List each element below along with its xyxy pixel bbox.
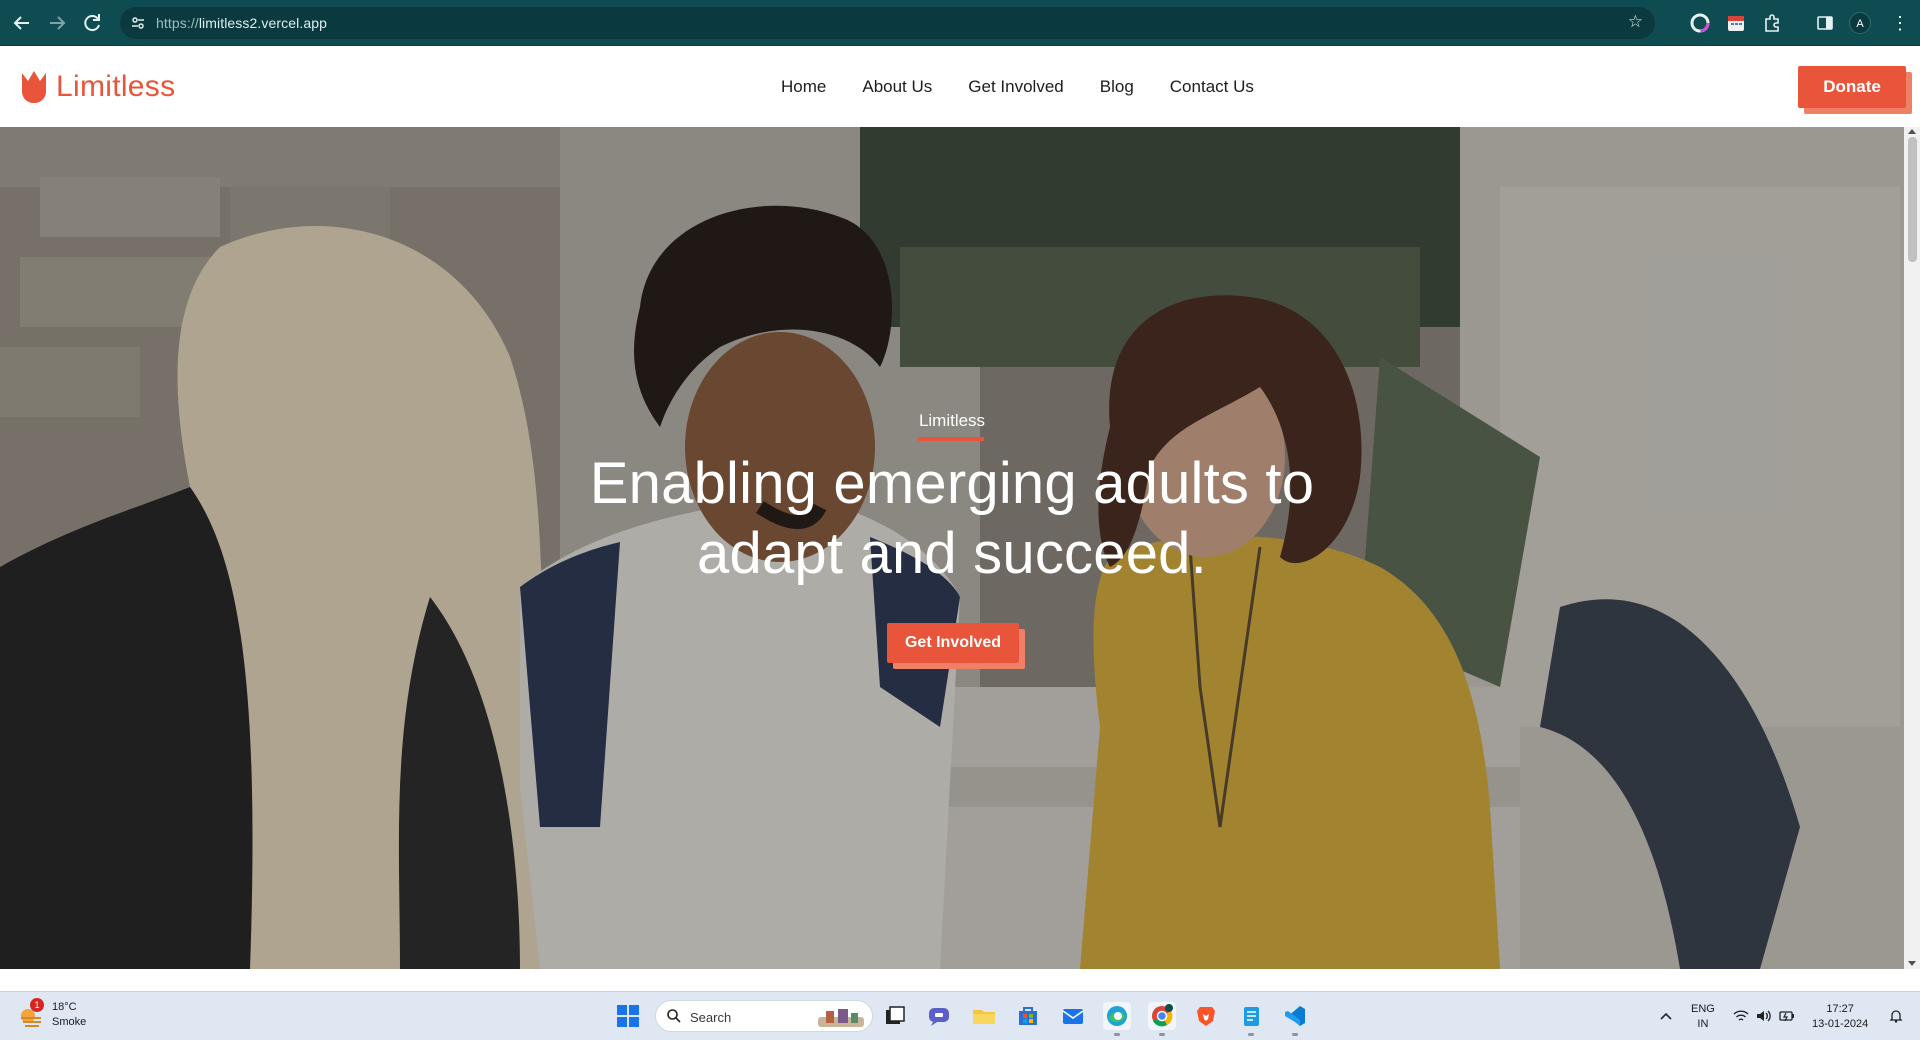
side-panel-icon[interactable] (1815, 13, 1835, 33)
url-host: limitless2.vercel.app (198, 15, 327, 31)
forward-arrow-icon[interactable] (45, 11, 69, 35)
kebab-menu-icon[interactable]: ⋮ (1891, 11, 1909, 35)
page-scrollbar[interactable] (1904, 127, 1920, 969)
hero-content: Limitless Enabling emerging adults to ad… (0, 127, 1904, 969)
input-language[interactable]: ENG IN (1691, 1002, 1715, 1032)
nav-get-involved[interactable]: Get Involved (968, 77, 1063, 97)
windows-start-icon[interactable] (616, 1004, 640, 1028)
battery-charging-icon[interactable] (1779, 1009, 1795, 1023)
wifi-icon[interactable] (1733, 1009, 1749, 1023)
nav-about-us[interactable]: About Us (862, 77, 932, 97)
edge-browser-icon[interactable] (1103, 1002, 1131, 1036)
url-text: https://limitless2.vercel.app (156, 15, 327, 31)
bookmark-star-icon[interactable]: ☆ (1628, 12, 1643, 32)
clock-time: 17:27 (1826, 1003, 1854, 1015)
notepad-running-indicator (1248, 1033, 1254, 1036)
brand-logo[interactable]: Limitless (20, 69, 175, 105)
show-hidden-icons-chevron-icon[interactable] (1658, 1009, 1674, 1023)
extension-calendar-icon[interactable] (1726, 13, 1746, 33)
donate-button-wrapper: Donate (1798, 66, 1912, 114)
vscode-running-indicator (1292, 1033, 1298, 1036)
back-arrow-icon[interactable] (10, 11, 34, 35)
hero-eyebrow: Limitless (918, 411, 986, 430)
scroll-down-arrow-icon[interactable] (1908, 961, 1916, 966)
reload-icon[interactable] (80, 11, 104, 35)
extensions-puzzle-icon[interactable] (1762, 13, 1782, 33)
file-explorer-icon[interactable] (970, 1002, 998, 1030)
taskbar-search[interactable]: Search (655, 1000, 873, 1032)
notepad-icon[interactable] (1237, 1002, 1265, 1036)
microsoft-store-icon[interactable] (1014, 1002, 1042, 1030)
browser-toolbar: https://limitless2.vercel.app ☆ A ⋮ (0, 0, 1920, 46)
brand-name: Limitless (56, 70, 176, 103)
nav-contact-us[interactable]: Contact Us (1170, 77, 1254, 97)
brave-browser-icon[interactable] (1192, 1002, 1220, 1030)
system-clock[interactable]: 17:27 13-01-2024 (1812, 1002, 1868, 1032)
weather-widget[interactable]: 1 18°C Smoke (18, 998, 86, 1030)
hero-title: Enabling emerging adults to adapt and su… (452, 449, 1452, 589)
address-bar[interactable]: https://limitless2.vercel.app ☆ (120, 7, 1655, 39)
edge-running-indicator (1114, 1033, 1120, 1036)
hero-cta-wrapper: Get Involved (887, 623, 1025, 669)
site-info-icon[interactable] (130, 15, 146, 31)
weather-text: 18°C Smoke (52, 1000, 86, 1030)
task-view-icon[interactable] (881, 1002, 909, 1030)
get-involved-button[interactable]: Get Involved (887, 623, 1019, 663)
chrome-browser-icon[interactable] (1148, 1002, 1176, 1036)
donate-button[interactable]: Donate (1798, 66, 1906, 108)
url-scheme: https:// (156, 15, 199, 31)
chrome-running-indicator (1159, 1033, 1165, 1036)
weather-alert-badge: 1 (30, 998, 44, 1012)
mail-icon[interactable] (1059, 1002, 1087, 1030)
scrollbar-thumb[interactable] (1908, 137, 1917, 262)
logo-mark-icon (22, 71, 46, 103)
nav-home[interactable]: Home (781, 77, 826, 97)
site-header: Limitless Home About Us Get Involved Blo… (0, 47, 1920, 127)
hero-section: Limitless Enabling emerging adults to ad… (0, 127, 1904, 969)
profile-avatar[interactable]: A (1849, 12, 1871, 34)
extension-color-icon[interactable] (1690, 13, 1710, 33)
weather-temp: 18°C (52, 1001, 77, 1013)
volume-icon[interactable] (1756, 1009, 1772, 1023)
hero-title-line1: Enabling emerging adults to (589, 451, 1315, 516)
taskbar-search-label: Search (690, 1010, 732, 1025)
language-region: IN (1697, 1018, 1709, 1030)
search-highlight-art-icon (818, 1009, 864, 1027)
nav-blog[interactable]: Blog (1100, 77, 1134, 97)
os-taskbar: 1 18°C Smoke Search ENG IN 17:27 13-01-2… (0, 991, 1920, 1040)
vscode-icon[interactable] (1281, 1002, 1309, 1036)
hero-eyebrow-underline (918, 437, 984, 441)
scroll-up-arrow-icon[interactable] (1908, 129, 1916, 134)
main-nav: Home About Us Get Involved Blog Contact … (781, 77, 1290, 97)
weather-haze-icon: 1 (18, 998, 44, 1028)
search-icon (667, 1009, 681, 1023)
language-code: ENG (1691, 1003, 1715, 1015)
weather-desc: Smoke (52, 1016, 87, 1028)
notification-bell-icon[interactable] (1888, 1009, 1904, 1023)
clock-date: 13-01-2024 (1812, 1018, 1869, 1030)
teams-chat-icon[interactable] (925, 1002, 953, 1030)
hero-title-line2: adapt and succeed. (697, 521, 1207, 586)
